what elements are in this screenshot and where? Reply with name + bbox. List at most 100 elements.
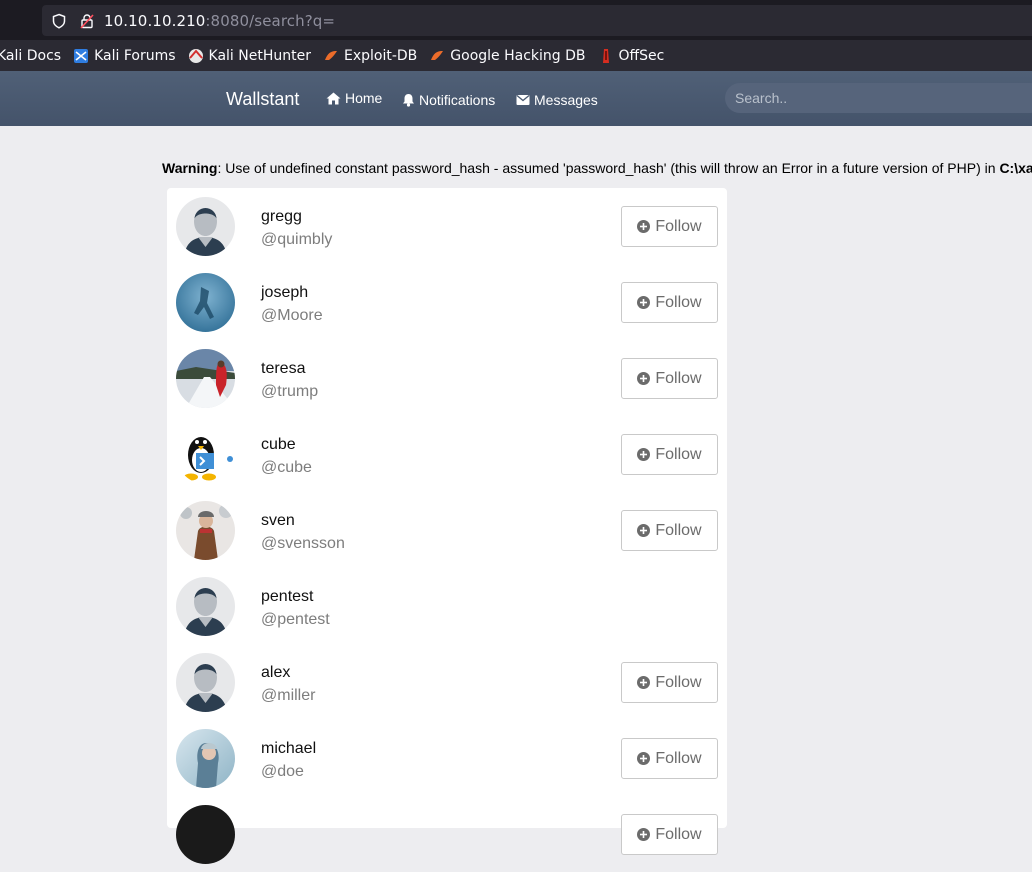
url-path: :8080/search?q= bbox=[205, 11, 336, 30]
nav-notifications-label: Notifications bbox=[419, 92, 496, 108]
follow-button[interactable]: Follow bbox=[621, 510, 718, 551]
plus-circle-icon bbox=[637, 448, 651, 461]
user-row: sven @svensson Follow bbox=[167, 492, 727, 568]
follow-button[interactable]: Follow bbox=[621, 206, 718, 247]
user-handle: @svensson bbox=[261, 535, 345, 552]
avatar[interactable] bbox=[176, 197, 235, 256]
nethunter-icon bbox=[188, 48, 204, 64]
follow-label: Follow bbox=[655, 521, 702, 539]
bookmark-offsec[interactable]: OffSec bbox=[598, 47, 665, 64]
nav-notifications[interactable]: Notifications bbox=[402, 92, 495, 108]
user-row: cube @cube Follow bbox=[167, 416, 727, 492]
user-row: joseph @Moore Follow bbox=[167, 264, 727, 340]
user-handle: @pentest bbox=[261, 611, 330, 628]
nav-messages[interactable]: Messages bbox=[516, 92, 598, 108]
user-name[interactable]: gregg bbox=[261, 208, 302, 226]
user-handle: @cube bbox=[261, 459, 312, 476]
follow-label: Follow bbox=[655, 749, 702, 767]
user-handle: @doe bbox=[261, 763, 304, 780]
follow-label: Follow bbox=[655, 217, 702, 235]
user-name[interactable]: joseph bbox=[261, 284, 308, 302]
user-row: Follow bbox=[167, 796, 727, 872]
user-row: alex @miller Follow bbox=[167, 644, 727, 720]
plus-circle-icon bbox=[637, 372, 651, 385]
warning-path: C:\xampp bbox=[999, 160, 1032, 176]
url-host: 10.10.10.210 bbox=[104, 11, 206, 30]
user-handle: @miller bbox=[261, 687, 316, 704]
brand-logo[interactable]: Wallstant bbox=[226, 89, 299, 110]
address-bar[interactable]: 10.10.10.210:8080/search?q= bbox=[42, 5, 1032, 36]
warning-label: Warning bbox=[162, 160, 218, 176]
user-row: teresa @trump Follow bbox=[167, 340, 727, 416]
avatar[interactable] bbox=[176, 577, 235, 636]
bookmark-exploit-db[interactable]: Exploit-DB bbox=[323, 48, 417, 64]
ghdb-icon bbox=[429, 48, 445, 64]
bookmark-kali-nethunter[interactable]: Kali NetHunter bbox=[188, 48, 311, 64]
nav-messages-label: Messages bbox=[534, 92, 598, 108]
site-navbar: Wallstant Home Notifications Messages bbox=[0, 71, 1032, 126]
follow-label: Follow bbox=[655, 293, 702, 311]
bookmarks-bar: Kali Docs Kali Forums Kali NetHunter Exp… bbox=[0, 40, 1032, 71]
bookmark-kali-forums[interactable]: Kali Forums bbox=[73, 47, 176, 64]
follow-button[interactable]: Follow bbox=[621, 662, 718, 703]
user-row: gregg @quimbly Follow bbox=[167, 188, 727, 264]
follow-button[interactable]: Follow bbox=[621, 814, 718, 855]
follow-button[interactable]: Follow bbox=[621, 434, 718, 475]
avatar[interactable] bbox=[176, 729, 235, 788]
bookmark-label: Kali NetHunter bbox=[208, 47, 311, 64]
plus-circle-icon bbox=[637, 524, 651, 537]
user-name[interactable]: alex bbox=[261, 664, 290, 682]
follow-button[interactable]: Follow bbox=[621, 738, 718, 779]
exploit-db-icon bbox=[323, 48, 339, 64]
follow-label: Follow bbox=[655, 369, 702, 387]
plus-circle-icon bbox=[637, 828, 651, 841]
user-handle: @quimbly bbox=[261, 231, 333, 248]
follow-label: Follow bbox=[655, 673, 702, 691]
bell-icon bbox=[402, 93, 415, 107]
user-name[interactable]: michael bbox=[261, 740, 316, 758]
follow-button[interactable]: Follow bbox=[621, 358, 718, 399]
user-name[interactable]: cube bbox=[261, 436, 296, 454]
user-handle: @Moore bbox=[261, 307, 323, 324]
plus-circle-icon bbox=[637, 296, 651, 309]
follow-label: Follow bbox=[655, 445, 702, 463]
warning-message: : Use of undefined constant password_has… bbox=[217, 160, 1000, 176]
php-warning: Warning: Use of undefined constant passw… bbox=[162, 160, 1032, 176]
shield-icon[interactable] bbox=[51, 13, 67, 29]
bookmark-label: Google Hacking DB bbox=[450, 47, 586, 64]
bookmark-label: Kali Docs bbox=[0, 47, 62, 64]
bookmark-label: OffSec bbox=[618, 47, 665, 64]
plus-circle-icon bbox=[637, 220, 651, 233]
user-name[interactable]: teresa bbox=[261, 360, 305, 378]
user-handle: @trump bbox=[261, 383, 319, 400]
nav-home-label: Home bbox=[345, 90, 383, 106]
plus-circle-icon bbox=[637, 676, 651, 689]
user-row: pentest @pentest bbox=[167, 568, 727, 644]
avatar[interactable] bbox=[176, 425, 235, 484]
bookmark-kali-docs[interactable]: Kali Docs bbox=[0, 48, 61, 64]
user-name[interactable]: pentest bbox=[261, 588, 313, 606]
plus-circle-icon bbox=[637, 752, 651, 765]
search-input[interactable] bbox=[725, 83, 1032, 113]
bookmark-label: Kali Forums bbox=[94, 47, 176, 64]
home-icon bbox=[326, 92, 341, 105]
follow-label: Follow bbox=[655, 825, 702, 843]
user-row: michael @doe Follow bbox=[167, 720, 727, 796]
bookmark-label: Exploit-DB bbox=[343, 47, 418, 64]
avatar[interactable] bbox=[176, 349, 235, 408]
user-name[interactable]: sven bbox=[261, 512, 295, 530]
follow-button[interactable]: Follow bbox=[621, 282, 718, 323]
insecure-lock-icon[interactable] bbox=[79, 13, 95, 29]
bookmark-google-hacking-db[interactable]: Google Hacking DB bbox=[429, 47, 586, 64]
avatar[interactable] bbox=[176, 273, 235, 332]
avatar[interactable] bbox=[176, 501, 235, 560]
avatar[interactable] bbox=[176, 653, 235, 712]
kali-forums-icon bbox=[73, 48, 89, 64]
nav-home[interactable]: Home bbox=[326, 90, 382, 106]
envelope-icon bbox=[516, 94, 530, 106]
browser-toolbar: 10.10.10.210:8080/search?q= bbox=[0, 0, 1032, 40]
user-search-results: gregg @quimbly Follow joseph @Moore Follow ter… bbox=[167, 188, 727, 864]
avatar[interactable] bbox=[176, 805, 235, 864]
url-text[interactable]: 10.10.10.210:8080/search?q= bbox=[104, 12, 335, 30]
offsec-icon bbox=[598, 48, 614, 64]
